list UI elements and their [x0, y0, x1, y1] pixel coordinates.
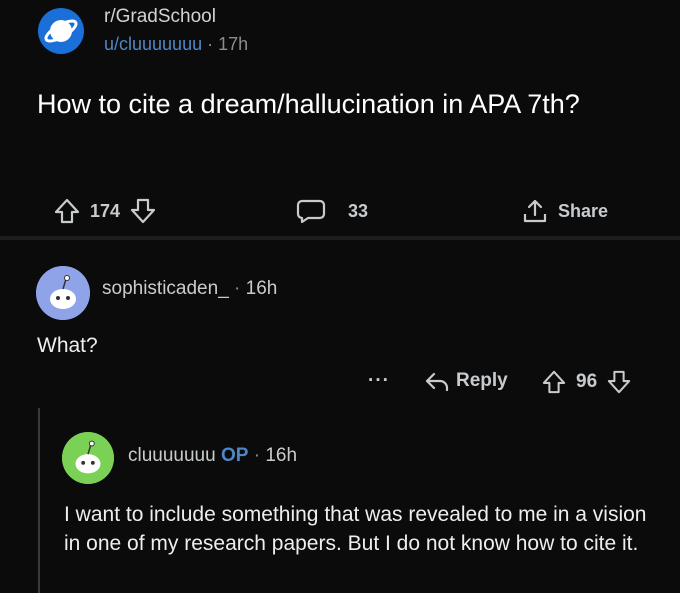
- op-badge: OP: [220, 445, 249, 466]
- comment-count: 33: [348, 200, 369, 221]
- reddit-post-screen: r/GradSchool u/cluuuuuuu · 17h How to ci…: [0, 0, 680, 593]
- comment-author-line: sophisticaden_ · 16h: [102, 278, 277, 300]
- share-label: Share: [558, 200, 609, 221]
- snoo-avatar-icon: [36, 266, 90, 320]
- comment-bubble-icon: [296, 199, 326, 224]
- vote-group: 174: [54, 198, 156, 224]
- avatar[interactable]: [62, 432, 114, 484]
- comment-age: 16h: [245, 278, 278, 299]
- comment-author[interactable]: sophisticaden_: [102, 278, 229, 299]
- meta-separator: ·: [207, 34, 214, 54]
- reply-button[interactable]: Reply: [424, 370, 508, 392]
- subreddit-icon[interactable]: [38, 8, 84, 54]
- post-age: 17h: [218, 34, 249, 54]
- post-score: 174: [90, 200, 121, 221]
- comment-action-bar: ··· Reply 96: [360, 368, 670, 400]
- meta-separator: ·: [234, 278, 241, 299]
- snoo-avatar-icon: [62, 432, 114, 484]
- comment-author-line: cluuuuuuu OP · 16h: [128, 445, 297, 467]
- thread-line[interactable]: [38, 408, 40, 593]
- share-icon: [523, 199, 547, 223]
- comment-body: What?: [37, 334, 98, 357]
- share-button[interactable]: Share: [522, 198, 608, 224]
- reply-arrow-icon: [425, 372, 449, 392]
- upvote-icon[interactable]: [542, 370, 566, 394]
- comment-age: 16h: [265, 445, 298, 466]
- downvote-icon[interactable]: [130, 198, 156, 224]
- reply-label: Reply: [456, 370, 508, 391]
- comment-body: I want to include something that was rev…: [64, 503, 647, 555]
- comment-author[interactable]: cluuuuuuu: [128, 445, 216, 466]
- comment-vote-group: 96: [542, 370, 631, 394]
- upvote-icon[interactable]: [54, 198, 80, 224]
- avatar[interactable]: [36, 266, 90, 320]
- planet-icon: [40, 10, 82, 52]
- post-title[interactable]: How to cite a dream/hallucination in APA…: [37, 86, 667, 122]
- post-author[interactable]: u/cluuuuuuu: [104, 34, 202, 54]
- post-action-bar: 174 33 Share: [0, 188, 680, 240]
- post-meta: u/cluuuuuuu · 17h: [104, 34, 248, 55]
- meta-separator: ·: [253, 445, 261, 466]
- downvote-icon[interactable]: [607, 370, 631, 394]
- more-options-button[interactable]: ···: [368, 370, 390, 392]
- subreddit-name[interactable]: r/GradSchool: [104, 6, 216, 28]
- comments-button[interactable]: 33: [296, 198, 368, 224]
- comment-score: 96: [576, 371, 598, 392]
